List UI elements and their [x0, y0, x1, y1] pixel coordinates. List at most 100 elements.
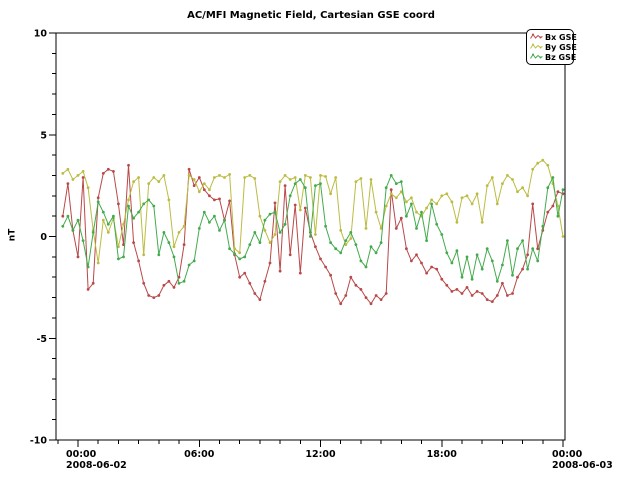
- data-point: [339, 302, 342, 305]
- data-point: [481, 268, 484, 271]
- data-point: [506, 239, 509, 242]
- y-tick-label: 0: [40, 232, 47, 243]
- data-point: [223, 219, 226, 222]
- data-point: [531, 247, 534, 250]
- data-point: [152, 205, 155, 208]
- data-point: [466, 194, 469, 197]
- data-point: [405, 215, 408, 218]
- data-point: [147, 199, 150, 202]
- data-point: [304, 174, 307, 177]
- data-point: [61, 225, 64, 228]
- data-point: [208, 221, 211, 224]
- data-point: [440, 194, 443, 197]
- data-point: [168, 241, 171, 244]
- data-point: [107, 223, 110, 226]
- data-point: [445, 284, 448, 287]
- data-point: [102, 211, 105, 214]
- data-point: [137, 260, 140, 263]
- data-point: [430, 203, 433, 206]
- data-point: [415, 253, 418, 256]
- data-point: [349, 231, 352, 234]
- data-point: [304, 207, 307, 210]
- data-point: [228, 173, 231, 176]
- data-point: [294, 182, 297, 185]
- data-point: [72, 229, 75, 232]
- data-point: [536, 162, 539, 165]
- data-point: [425, 272, 428, 275]
- data-point: [466, 256, 469, 259]
- data-point: [274, 233, 277, 236]
- y-tick-label: 10: [34, 29, 48, 40]
- data-point: [410, 196, 413, 199]
- magnetic-field-chart: AC/MFI Magnetic Field, Cartesian GSE coo…: [0, 0, 640, 480]
- data-point: [324, 175, 327, 178]
- data-point: [501, 264, 504, 267]
- x-tick-date-label: 2008-06-03: [552, 460, 613, 471]
- data-point: [238, 251, 241, 254]
- data-point: [349, 237, 352, 240]
- data-point: [511, 274, 514, 277]
- data-point: [87, 266, 90, 269]
- plot-area: 1050-5-1000:002008-06-0206:0012:0018:000…: [0, 0, 640, 480]
- data-point: [279, 180, 282, 183]
- data-point: [541, 159, 544, 162]
- series-group: [61, 159, 564, 305]
- data-point: [132, 217, 135, 220]
- data-point: [137, 211, 140, 214]
- data-point: [486, 184, 489, 187]
- data-point: [259, 241, 262, 244]
- data-point: [334, 247, 337, 250]
- data-point: [218, 174, 221, 177]
- data-point: [314, 233, 317, 236]
- data-point: [152, 296, 155, 299]
- data-point: [314, 184, 317, 187]
- data-point: [238, 276, 241, 279]
- data-point: [521, 239, 524, 242]
- data-point: [67, 182, 70, 185]
- data-point: [208, 194, 211, 197]
- data-point: [420, 211, 423, 214]
- data-point: [430, 266, 433, 269]
- data-point: [142, 253, 145, 256]
- data-point: [228, 200, 231, 203]
- data-point: [456, 221, 459, 224]
- data-point: [456, 249, 459, 252]
- data-point: [395, 196, 398, 199]
- x-tick-label: 12:00: [305, 449, 336, 460]
- data-point: [365, 227, 368, 230]
- data-point: [299, 209, 302, 212]
- data-point: [319, 182, 322, 185]
- data-point: [253, 177, 256, 180]
- data-point: [339, 251, 342, 254]
- data-point: [274, 202, 277, 205]
- data-point: [228, 247, 231, 250]
- data-point: [486, 298, 489, 301]
- x-tick-date-label: 2008-06-02: [66, 460, 127, 471]
- legend-label: Bx GSE: [545, 33, 577, 42]
- data-point: [415, 211, 418, 214]
- data-point: [102, 172, 105, 175]
- data-point: [380, 298, 383, 301]
- data-point: [461, 276, 464, 279]
- data-point: [476, 253, 479, 256]
- x-tick-label: 00:00: [552, 449, 583, 460]
- data-point: [248, 243, 251, 246]
- data-point: [284, 223, 287, 226]
- data-point: [355, 243, 358, 246]
- data-point: [188, 174, 191, 177]
- data-point: [238, 258, 241, 261]
- data-point: [557, 190, 560, 193]
- data-point: [415, 227, 418, 230]
- data-point: [92, 231, 95, 234]
- data-point: [112, 215, 115, 218]
- data-point: [496, 294, 499, 297]
- data-point: [284, 174, 287, 177]
- data-point: [395, 182, 398, 185]
- data-point: [87, 186, 90, 189]
- data-point: [546, 211, 549, 214]
- data-point: [82, 170, 85, 173]
- legend-item-by-gse: By GSE: [530, 42, 571, 52]
- data-point: [471, 278, 474, 281]
- data-point: [370, 245, 373, 248]
- data-point: [299, 272, 302, 275]
